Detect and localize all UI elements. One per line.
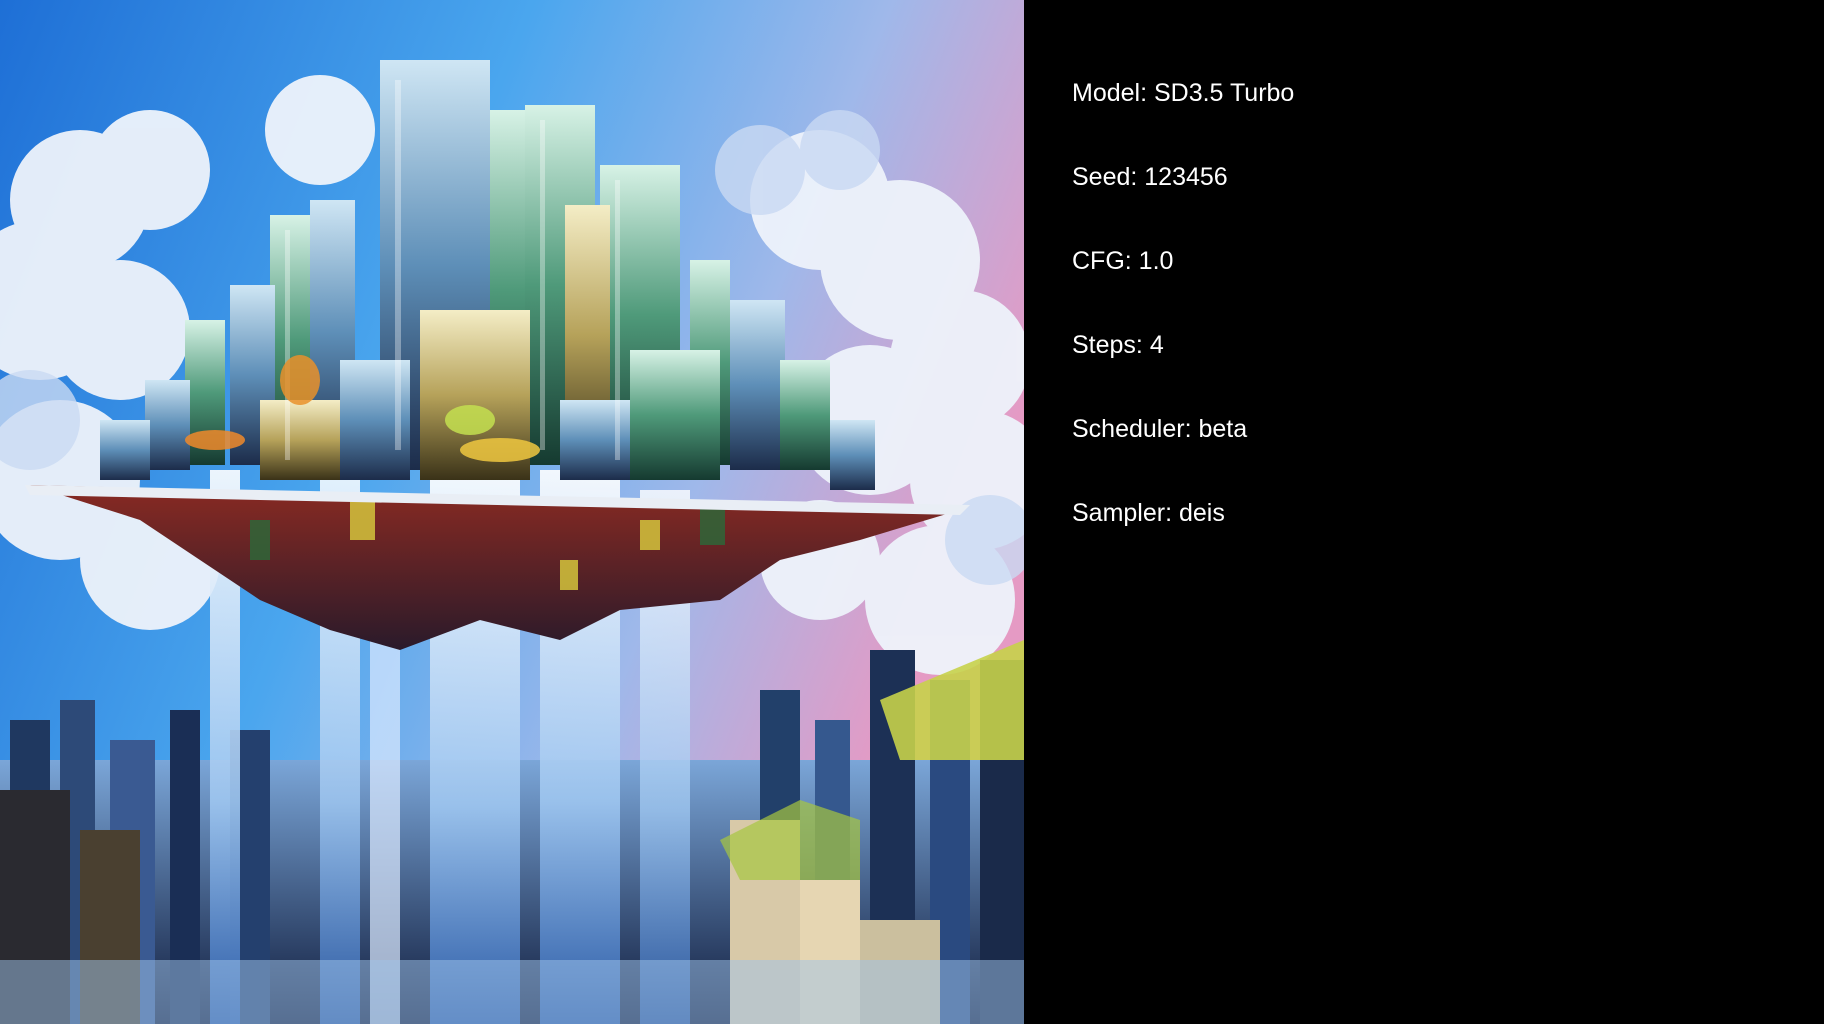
scheduler-label: Scheduler: beta <box>1072 415 1248 443</box>
generated-image <box>0 0 1024 1024</box>
seed-label: Seed: 123456 <box>1072 163 1228 191</box>
sampler-label: Sampler: deis <box>1072 499 1225 527</box>
model-label: Model: SD3.5 Turbo <box>1072 79 1295 107</box>
steps-label: Steps: 4 <box>1072 331 1164 359</box>
screen: Model: SD3.5 Turbo Seed: 123456 CFG: 1.0… <box>0 0 1824 1024</box>
cfg-label: CFG: 1.0 <box>1072 247 1174 275</box>
floating-city-waterfall-illustration <box>0 0 1024 1024</box>
generation-info-panel: Model: SD3.5 Turbo Seed: 123456 CFG: 1.0… <box>1024 0 1824 1024</box>
